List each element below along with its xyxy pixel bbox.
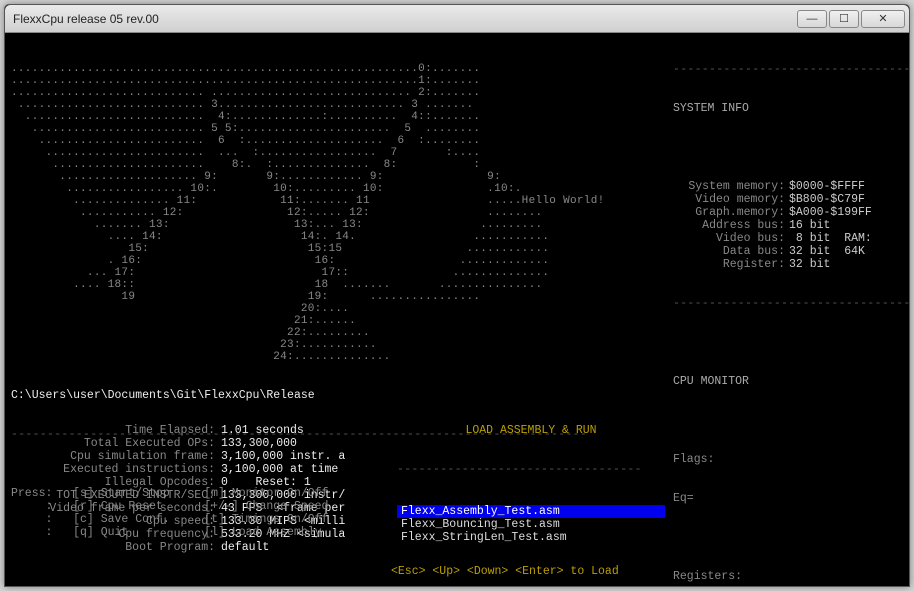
sysinfo-value: 32 bit [785,258,830,271]
sysinfo-label: Data bus: [673,245,785,258]
sysinfo-label: Register: [673,258,785,271]
stat-label: Total Executed OPs: [11,437,215,450]
sysinfo-label: Graph.memory: [673,206,785,219]
sysinfo-value: 32 bit 64K [785,245,865,258]
load-hint: <Esc> <Up> <Down> <Enter> to Load [391,565,619,578]
keyboard-help: Press: [s] Start/Stop [m] Monitor On/Off… [11,461,666,578]
sysinfo-row: Graph.memory:$A000-$199FF [673,206,903,219]
help-row: : [q] Quit [l] Load Assembly [11,526,666,539]
sysinfo-value: 16 bit [785,219,830,232]
sysinfo-value: $B800-$C79F [785,193,865,206]
right-info-panel: ---------------------------------- SYSTE… [673,37,903,586]
sysinfo-row: Data bus:32 bit 64K [673,245,903,258]
sysinfo-label: Video bus: [673,232,785,245]
stat-value: 1.01 seconds [215,424,304,437]
minimize-button[interactable]: — [797,10,827,28]
sysinfo-label: System memory: [673,180,785,193]
sysinfo-row: Video bus: 8 bit RAM: [673,232,903,245]
sysinfo-label: Video memory: [673,193,785,206]
flags-label: Flags: [673,453,903,466]
eq-label: Eq= [673,492,903,505]
sysinfo-row: System memory:$0000-$FFFF [673,180,903,193]
stat-label: Time Elapsed: [11,424,215,437]
sysinfo-label: Address bus: [673,219,785,232]
divider: ---------------------------------- [673,297,903,310]
maximize-button[interactable]: ☐ [829,10,859,28]
sysinfo-row: Address bus:16 bit [673,219,903,232]
divider: ---------------------------------- [673,63,903,76]
window-title: FlexxCpu release 05 rev.00 [13,12,795,26]
help-row: : [c] Save Conf. [t] Timings On/Off [11,513,666,526]
help-row: Press: [s] Start/Stop [m] Monitor On/Off [11,487,666,500]
sysinfo-value: $0000-$FFFF [785,180,865,193]
sysinfo-row: Video memory:$B800-$C79F [673,193,903,206]
stat-row: Time Elapsed:1.01 seconds [11,424,396,437]
sysinfo-value: $A000-$199FF [785,206,872,219]
sysinfo-value: 8 bit RAM: [785,232,872,245]
titlebar[interactable]: FlexxCpu release 05 rev.00 — ☐ ✕ [5,5,909,33]
cpu-monitor-heading: CPU MONITOR [673,375,903,388]
app-window: FlexxCpu release 05 rev.00 — ☐ ✕ .......… [4,4,910,587]
stat-row: Total Executed OPs:133,300,000 [11,437,396,450]
registers-heading: Registers: [673,570,903,583]
ascii-art-display: ........................................… [11,63,666,363]
load-panel-title: LOAD ASSEMBLY & RUN [397,424,665,437]
terminal-viewport: ........................................… [5,33,909,586]
stat-value: 133,300,000 [215,437,297,450]
divider: ----------------------------------------… [11,582,396,586]
help-row: : [r] Cpu Reset [+/-] Change Speed [11,500,666,513]
close-button[interactable]: ✕ [861,10,905,28]
sysinfo-row: Register:32 bit [673,258,903,271]
system-info-heading: SYSTEM INFO [673,102,903,115]
